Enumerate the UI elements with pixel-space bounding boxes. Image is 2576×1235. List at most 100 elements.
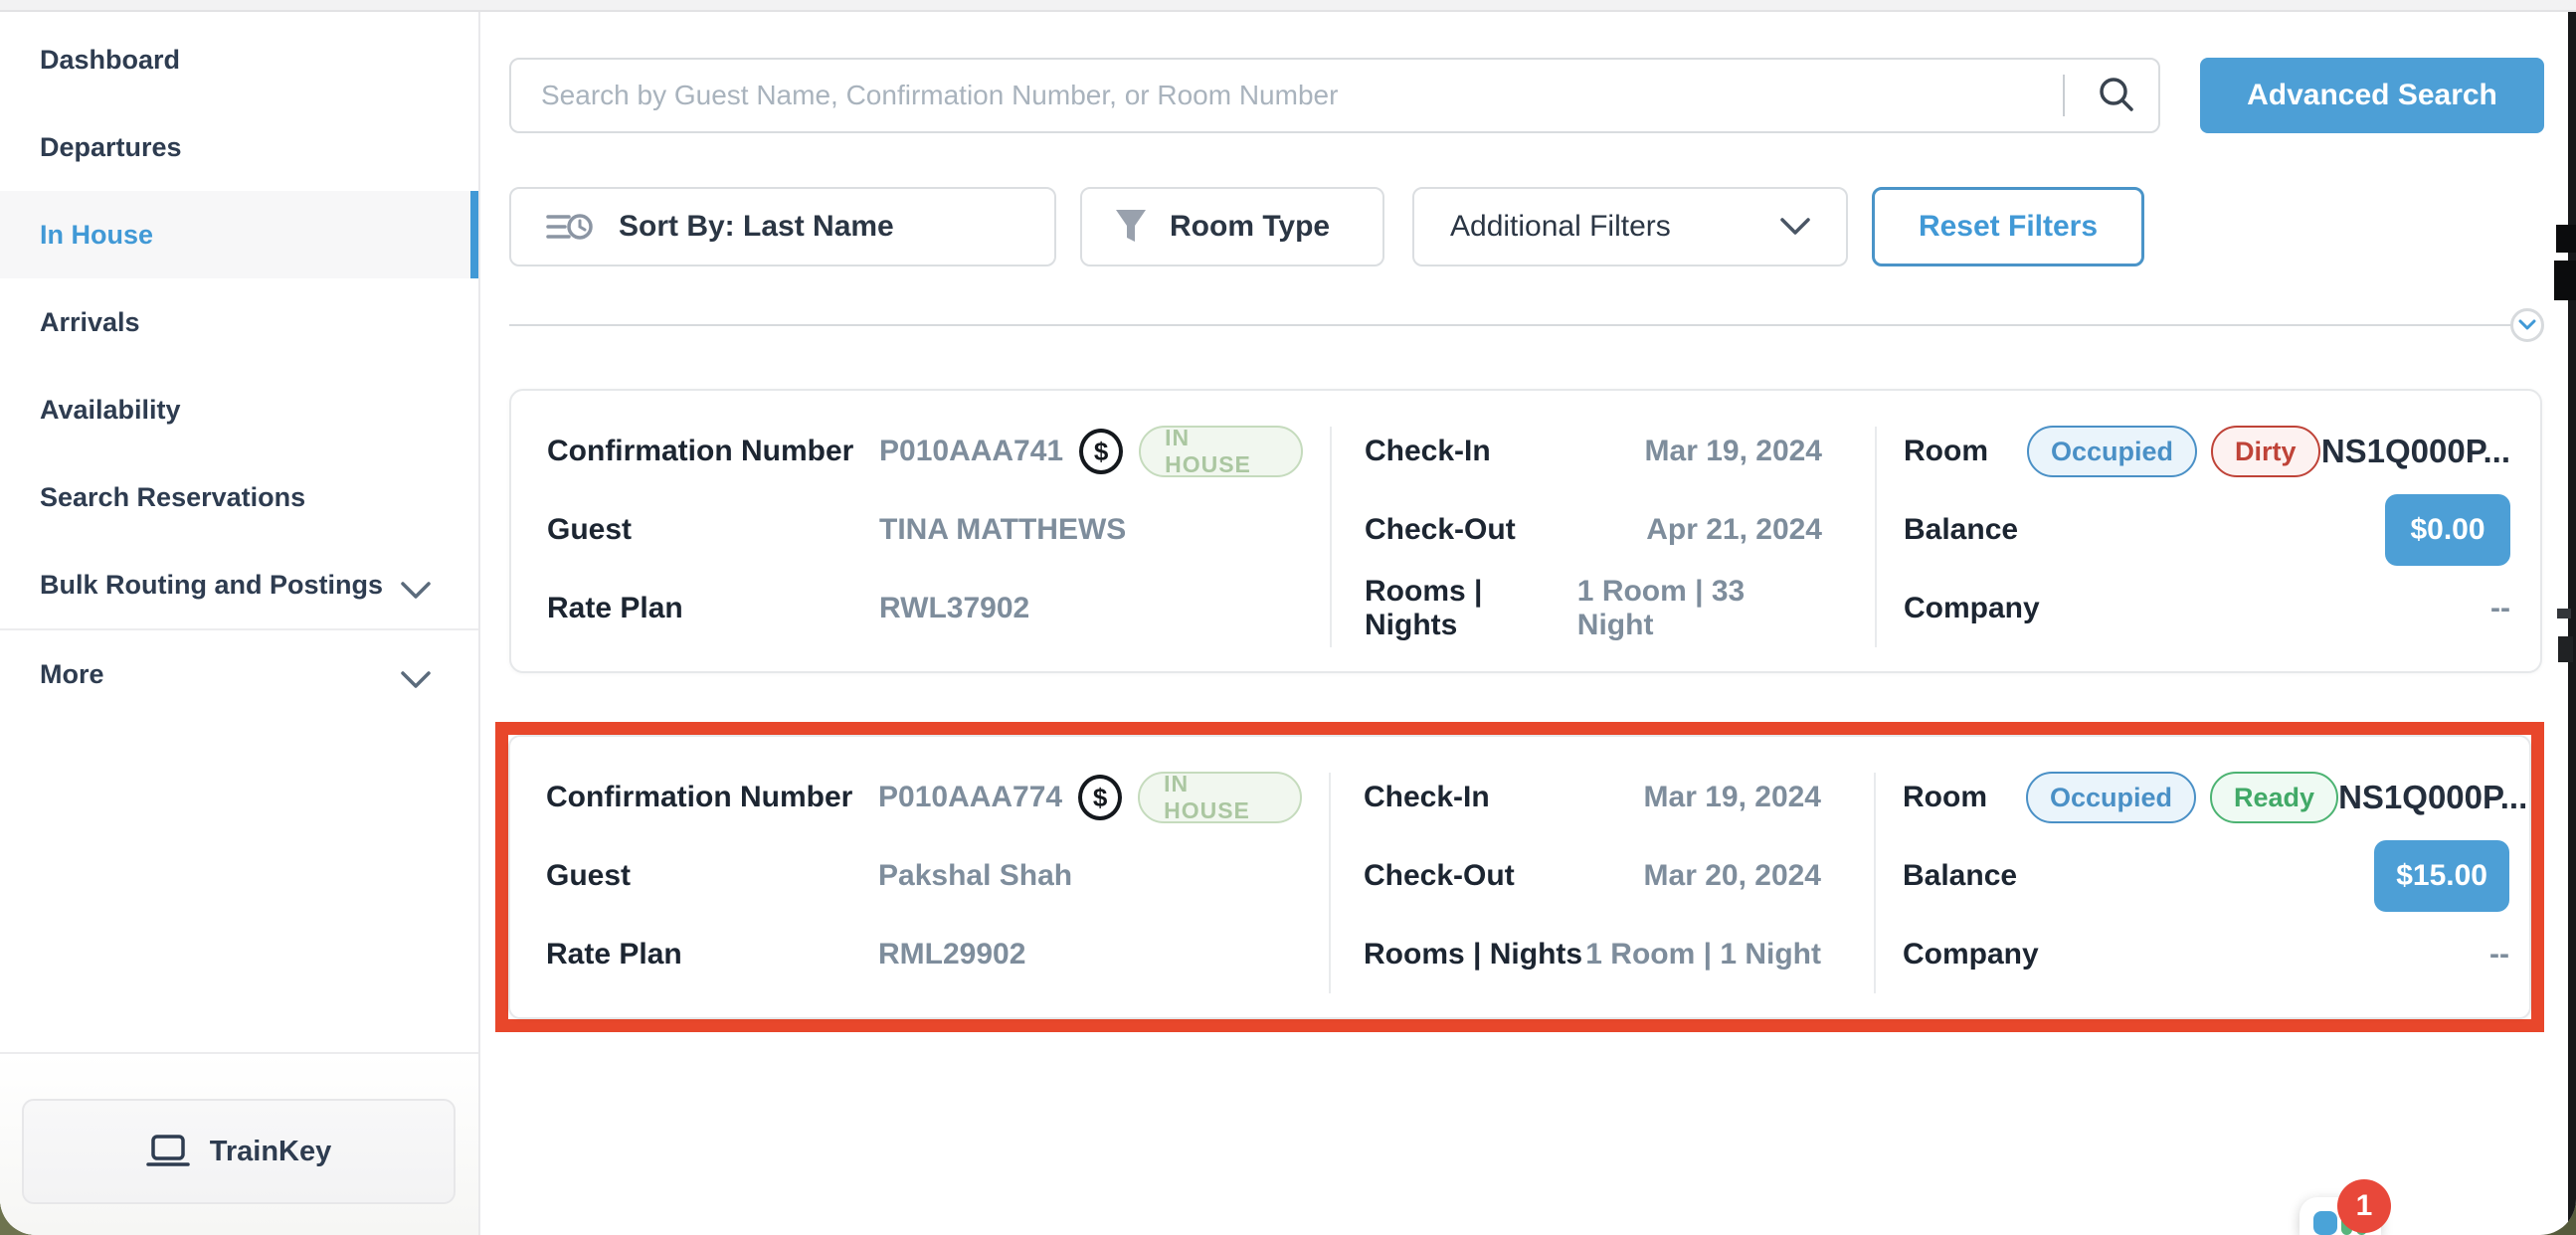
app-window: Dashboard Departures In House Arrivals A…	[0, 0, 2576, 1235]
sidebar-item-label: Availability	[40, 395, 181, 426]
payment-dollar-icon: $	[1078, 775, 1122, 820]
sidebar-item-label: In House	[40, 220, 153, 251]
app-background: Dashboard Departures In House Arrivals A…	[0, 0, 2576, 1235]
room-row: Room Occupied Dirty NS1Q000P...	[1904, 423, 2510, 480]
selection-highlight-box: Confirmation Number P010AAA774 $ IN HOUS…	[495, 722, 2544, 1032]
sidebar-item-more[interactable]: More	[0, 630, 478, 718]
card-room-column: Room Occupied Ready NS1Q000P... Balance …	[1903, 737, 2509, 1017]
sidebar-item-dashboard[interactable]: Dashboard	[0, 16, 478, 103]
check-out-row: Check-Out Mar 20, 2024	[1364, 847, 1821, 905]
balance-label: Balance	[1903, 859, 2017, 893]
rate-plan-label: Rate Plan	[546, 938, 878, 971]
rate-plan-row: Rate Plan RML29902	[546, 926, 1302, 983]
check-out-row: Check-Out Apr 21, 2024	[1365, 501, 1822, 559]
search-input[interactable]	[509, 58, 2160, 133]
sidebar-item-departures[interactable]: Departures	[0, 103, 478, 191]
sidebar-item-label: Departures	[40, 132, 182, 163]
room-row: Room Occupied Ready NS1Q000P...	[1903, 769, 2509, 826]
balance-button[interactable]: $15.00	[2374, 840, 2509, 912]
reservation-card[interactable]: Confirmation Number P010AAA774 $ IN HOUS…	[508, 735, 2531, 1019]
card-room-column: Room Occupied Dirty NS1Q000P... Balance …	[1904, 391, 2510, 671]
sidebar-item-search-reservations[interactable]: Search Reservations	[0, 453, 478, 541]
additional-filters-label: Additional Filters	[1450, 210, 1671, 244]
sidebar-item-availability[interactable]: Availability	[0, 366, 478, 453]
chevron-down-icon	[1780, 218, 1810, 236]
check-in-row: Check-In Mar 19, 2024	[1365, 423, 1822, 480]
search-input-separator	[2063, 75, 2065, 116]
sidebar-item-arrivals[interactable]: Arrivals	[0, 278, 478, 366]
trainkey-label: TrainKey	[210, 1136, 332, 1168]
sidebar: Dashboard Departures In House Arrivals A…	[0, 12, 480, 1235]
notification-badge: 1	[2337, 1179, 2391, 1233]
rooms-nights-label: Rooms | Nights	[1364, 938, 1582, 971]
room-label: Room	[1904, 435, 2027, 468]
window-edge-artifact	[2556, 225, 2576, 253]
collapse-chevron-button[interactable]	[2510, 308, 2544, 342]
reset-filters-button[interactable]: Reset Filters	[1872, 187, 2144, 266]
payment-dollar-icon: $	[1079, 429, 1123, 474]
sidebar-item-label: More	[40, 659, 104, 690]
card-column-divider	[1875, 427, 1877, 647]
company-row: Company --	[1903, 926, 2509, 983]
chevron-down-icon	[401, 665, 431, 696]
sidebar-item-label: Dashboard	[40, 45, 180, 76]
room-type-dropdown[interactable]: Room Type	[1080, 187, 1384, 266]
sidebar-item-bulk-routing[interactable]: Bulk Routing and Postings	[0, 541, 478, 628]
rooms-nights-row: Rooms | Nights 1 Room | 33 Night	[1365, 580, 1822, 637]
additional-filters-dropdown[interactable]: Additional Filters	[1412, 187, 1848, 266]
balance-label: Balance	[1904, 513, 2018, 547]
check-in-value: Mar 19, 2024	[1645, 435, 1822, 468]
confirmation-number-value: P010AAA774	[878, 781, 1062, 814]
sort-by-dropdown[interactable]: Sort By: Last Name	[509, 187, 1056, 266]
balance-button[interactable]: $0.00	[2385, 494, 2510, 566]
company-value: --	[2490, 592, 2510, 625]
rooms-nights-label: Rooms | Nights	[1365, 575, 1577, 642]
window-edge-scrollbar[interactable]	[2568, 12, 2576, 1235]
window-edge-artifact	[2557, 609, 2571, 618]
card-dates-column: Check-In Mar 19, 2024 Check-Out Apr 21, …	[1365, 391, 1822, 671]
guest-row: Guest TINA MATTHEWS	[547, 501, 1303, 559]
room-occupied-badge: Occupied	[2026, 772, 2196, 823]
check-in-label: Check-In	[1364, 781, 1490, 814]
trainkey-button[interactable]: TrainKey	[22, 1099, 456, 1204]
check-out-label: Check-Out	[1365, 513, 1516, 547]
confirmation-number-label: Confirmation Number	[546, 781, 878, 814]
advanced-search-button[interactable]: Advanced Search	[2200, 58, 2544, 133]
in-house-status-badge: IN HOUSE	[1139, 426, 1303, 477]
search-icon[interactable]	[2089, 68, 2144, 123]
check-in-value: Mar 19, 2024	[1644, 781, 1821, 814]
funnel-icon	[1114, 208, 1148, 246]
confirmation-row: Confirmation Number P010AAA774 $ IN HOUS…	[546, 769, 1302, 826]
company-label: Company	[1904, 592, 2040, 625]
confirmation-row: Confirmation Number P010AAA741 $ IN HOUS…	[547, 423, 1303, 480]
sort-clock-icon	[545, 209, 593, 245]
chevron-down-icon	[401, 576, 431, 607]
balance-row: Balance $15.00	[1903, 847, 2509, 905]
reservation-card[interactable]: Confirmation Number P010AAA741 $ IN HOUS…	[509, 389, 2542, 673]
sort-by-label: Sort By: Last Name	[619, 210, 894, 244]
sidebar-item-label: Search Reservations	[40, 482, 305, 513]
sidebar-nav: Dashboard Departures In House Arrivals A…	[0, 12, 478, 718]
card-column-divider	[1329, 773, 1331, 993]
card-guest-column: Confirmation Number P010AAA741 $ IN HOUS…	[547, 391, 1303, 671]
rate-plan-value: RWL37902	[879, 592, 1029, 625]
sidebar-item-in-house[interactable]: In House	[0, 191, 478, 278]
company-label: Company	[1903, 938, 2039, 971]
confirmation-number-label: Confirmation Number	[547, 435, 879, 468]
check-out-value: Mar 20, 2024	[1644, 859, 1821, 893]
card-dates-column: Check-In Mar 19, 2024 Check-Out Mar 20, …	[1364, 737, 1821, 1017]
rate-plan-label: Rate Plan	[547, 592, 879, 625]
company-row: Company --	[1904, 580, 2510, 637]
rooms-nights-value: 1 Room | 33 Night	[1577, 575, 1822, 642]
laptop-icon	[146, 1134, 190, 1169]
window-edge-artifact	[2554, 261, 2576, 300]
rooms-nights-value: 1 Room | 1 Night	[1585, 938, 1821, 971]
room-number-value: NS1Q000P...	[2338, 779, 2527, 816]
card-guest-column: Confirmation Number P010AAA774 $ IN HOUS…	[546, 737, 1302, 1017]
in-house-status-badge: IN HOUSE	[1138, 772, 1302, 823]
room-occupied-badge: Occupied	[2027, 426, 2197, 477]
sidebar-footer: TrainKey	[0, 1054, 478, 1235]
card-column-divider	[1874, 773, 1876, 993]
window-edge-artifact	[2558, 636, 2573, 662]
sidebar-item-label: Arrivals	[40, 307, 140, 338]
